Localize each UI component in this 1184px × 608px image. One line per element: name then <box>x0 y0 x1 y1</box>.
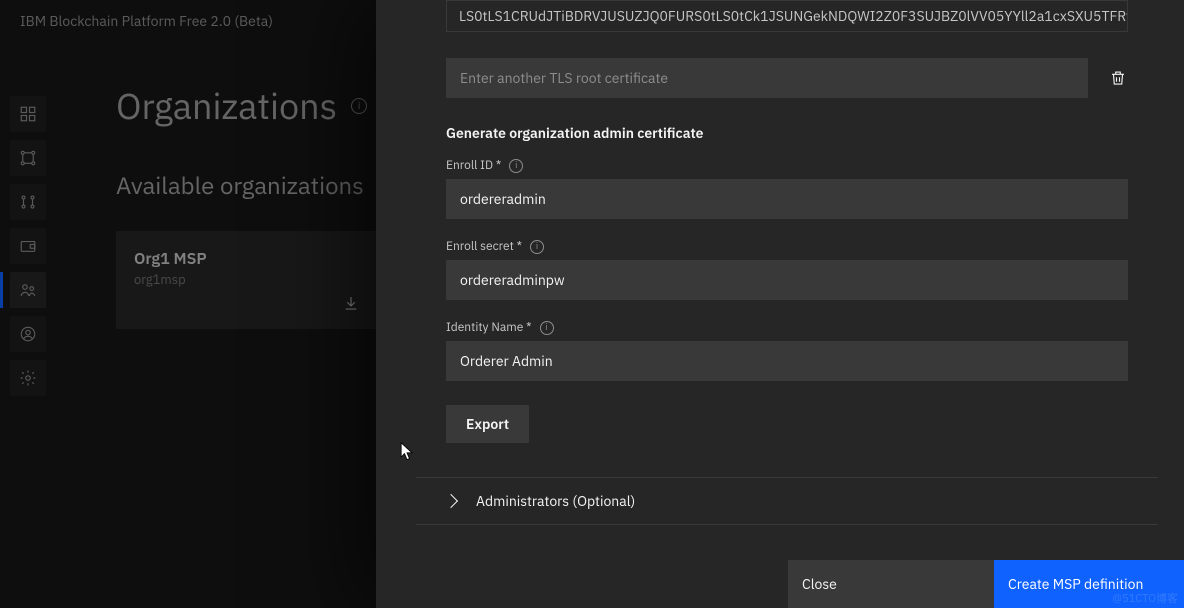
org-card[interactable]: Org1 MSP org1msp <box>116 231 376 329</box>
user-icon <box>19 325 37 343</box>
app-title: IBM Blockchain Platform Free 2.0 (Beta) <box>20 12 273 30</box>
info-icon[interactable]: i <box>540 321 554 335</box>
download-icon[interactable] <box>342 294 360 317</box>
enroll-secret-input[interactable] <box>446 260 1128 300</box>
org-card-sub: org1msp <box>134 271 358 288</box>
sidebar-item-apps[interactable] <box>10 96 46 132</box>
sidebar-item-channels[interactable] <box>10 184 46 220</box>
nodes-icon <box>19 149 37 167</box>
enroll-id-label: Enroll ID * i <box>446 158 1128 173</box>
close-button[interactable]: Close <box>788 560 994 608</box>
trash-icon <box>1109 69 1127 87</box>
enroll-id-input[interactable] <box>446 179 1128 219</box>
identity-name-label: Identity Name * i <box>446 320 1128 335</box>
identity-name-input[interactable] <box>446 341 1128 381</box>
wallet-icon <box>19 237 37 255</box>
info-icon[interactable]: i <box>530 240 544 254</box>
gear-icon <box>19 369 37 387</box>
generate-cert-title: Generate organization admin certificate <box>446 124 1128 142</box>
panel-footer: Close Create MSP definition <box>376 560 1184 608</box>
watermark: @51CTO博客 <box>1112 590 1178 606</box>
sidebar <box>0 42 56 608</box>
enroll-secret-label: Enroll secret * i <box>446 239 1128 254</box>
delete-cert-button[interactable] <box>1108 68 1128 88</box>
sidebar-item-wallets[interactable] <box>10 228 46 264</box>
export-button[interactable]: Export <box>446 405 529 443</box>
chevron-right-icon <box>444 494 458 508</box>
tls-cert-input[interactable] <box>446 58 1088 98</box>
channels-icon <box>19 193 37 211</box>
info-icon[interactable]: i <box>509 159 523 173</box>
info-icon[interactable]: i <box>351 98 367 114</box>
administrators-accordion[interactable]: Administrators (Optional) <box>416 477 1158 525</box>
sidebar-item-settings[interactable] <box>10 360 46 396</box>
cert-display: LS0tLS1CRUdJTiBDRVJUSUZJQ0FURS0tLS0tCk1J… <box>446 0 1128 32</box>
side-panel: LS0tLS1CRUdJTiBDRVJUSUZJQ0FURS0tLS0tCk1J… <box>376 0 1184 608</box>
sidebar-item-organizations[interactable] <box>10 272 46 308</box>
grid-icon <box>19 105 37 123</box>
org-card-title: Org1 MSP <box>134 249 358 269</box>
organizations-icon <box>19 281 37 299</box>
sidebar-item-nodes[interactable] <box>10 140 46 176</box>
sidebar-item-users[interactable] <box>10 316 46 352</box>
